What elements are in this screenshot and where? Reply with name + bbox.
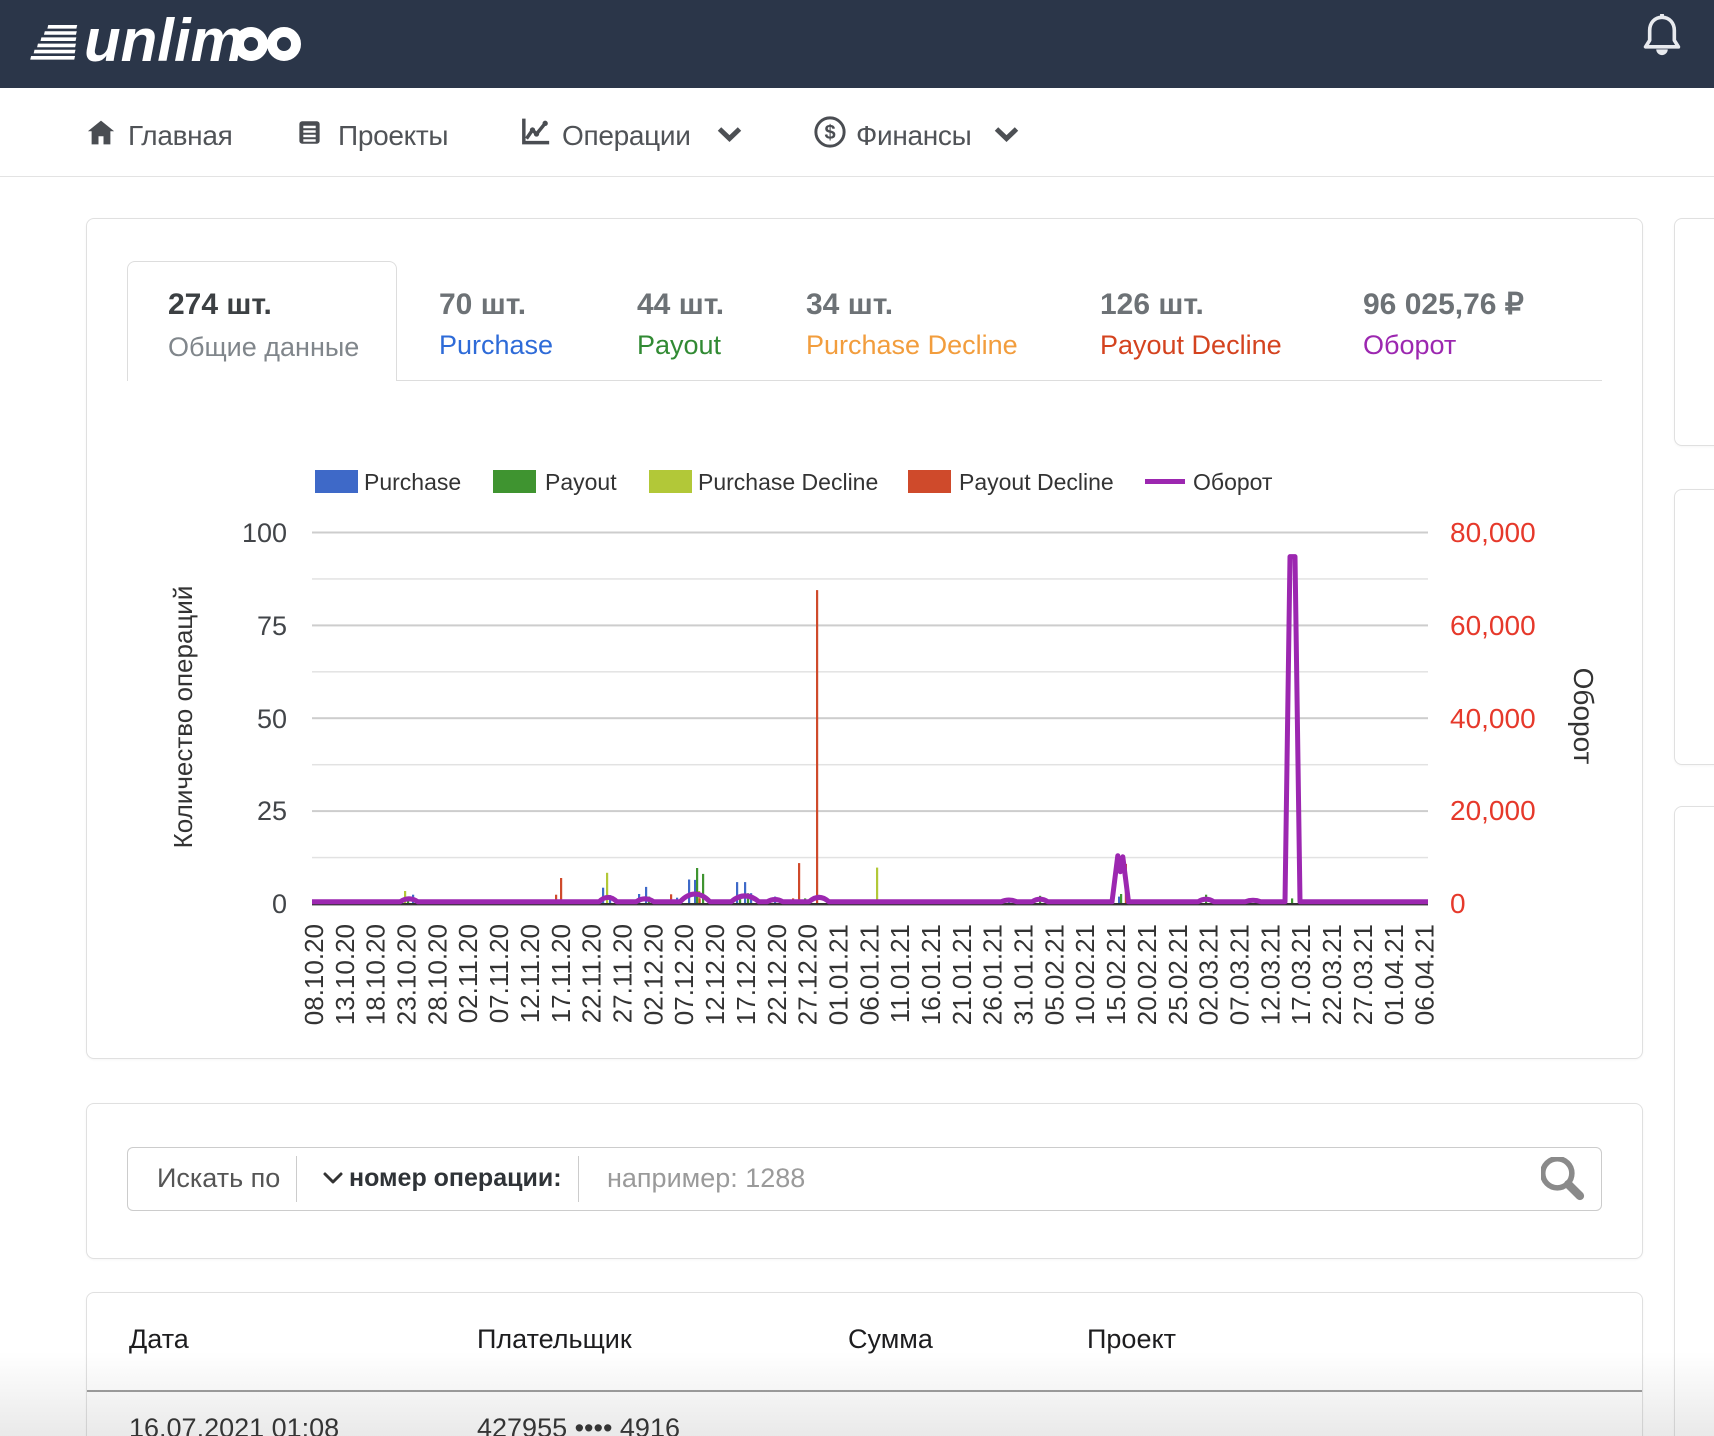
svg-text:22.11.20: 22.11.20 (577, 924, 607, 1023)
svg-text:15.02.21: 15.02.21 (1101, 924, 1131, 1025)
svg-text:07.03.21: 07.03.21 (1225, 924, 1255, 1025)
svg-text:25.02.21: 25.02.21 (1163, 924, 1193, 1025)
svg-text:21.01.21: 21.01.21 (947, 924, 977, 1025)
svg-text:20,000: 20,000 (1450, 795, 1536, 826)
svg-text:01.01.21: 01.01.21 (824, 924, 854, 1025)
svg-text:07.11.20: 07.11.20 (484, 924, 514, 1023)
svg-text:08.10.20: 08.10.20 (299, 924, 329, 1025)
svg-text:13.10.20: 13.10.20 (330, 924, 360, 1025)
svg-text:12.03.21: 12.03.21 (1255, 924, 1285, 1025)
svg-text:Количество операций: Количество операций (168, 586, 198, 849)
svg-text:02.12.20: 02.12.20 (638, 924, 668, 1025)
svg-text:0: 0 (272, 889, 287, 919)
svg-text:22.12.20: 22.12.20 (762, 924, 792, 1025)
svg-text:18.10.20: 18.10.20 (361, 924, 391, 1025)
svg-text:Оборот: Оборот (1568, 668, 1599, 765)
svg-text:75: 75 (257, 611, 287, 641)
svg-text:12.11.20: 12.11.20 (515, 924, 545, 1023)
svg-text:12.12.20: 12.12.20 (700, 924, 730, 1025)
svg-text:05.02.21: 05.02.21 (1039, 924, 1069, 1025)
svg-text:25: 25 (257, 796, 287, 826)
svg-text:23.10.20: 23.10.20 (392, 924, 422, 1025)
svg-text:06.04.21: 06.04.21 (1410, 924, 1440, 1025)
svg-text:unlim: unlim (84, 7, 244, 74)
svg-text:27.03.21: 27.03.21 (1348, 924, 1378, 1025)
svg-text:07.12.20: 07.12.20 (669, 924, 699, 1025)
svg-text:17.12.20: 17.12.20 (731, 924, 761, 1025)
svg-text:20.02.21: 20.02.21 (1132, 924, 1162, 1025)
svg-text:11.01.21: 11.01.21 (885, 924, 915, 1023)
svg-text:80,000: 80,000 (1450, 517, 1536, 548)
svg-text:01.04.21: 01.04.21 (1379, 924, 1409, 1025)
svg-text:17.11.20: 17.11.20 (546, 924, 576, 1023)
svg-text:0: 0 (1450, 888, 1466, 919)
svg-text:26.01.21: 26.01.21 (978, 924, 1008, 1025)
svg-text:22.03.21: 22.03.21 (1317, 924, 1347, 1025)
svg-text:06.01.21: 06.01.21 (854, 924, 884, 1025)
svg-text:$: $ (824, 122, 835, 144)
svg-text:02.11.20: 02.11.20 (453, 924, 483, 1023)
svg-text:50: 50 (257, 704, 287, 734)
svg-text:28.10.20: 28.10.20 (422, 924, 452, 1025)
svg-text:16.01.21: 16.01.21 (916, 924, 946, 1025)
svg-text:27.12.20: 27.12.20 (793, 924, 823, 1025)
svg-text:31.01.21: 31.01.21 (1009, 924, 1039, 1025)
svg-text:60,000: 60,000 (1450, 610, 1536, 641)
svg-text:40,000: 40,000 (1450, 703, 1536, 734)
svg-text:27.11.20: 27.11.20 (608, 924, 638, 1023)
svg-text:17.03.21: 17.03.21 (1286, 924, 1316, 1025)
svg-text:02.03.21: 02.03.21 (1194, 924, 1224, 1025)
svg-text:10.02.21: 10.02.21 (1070, 924, 1100, 1025)
svg-text:100: 100 (242, 518, 287, 548)
